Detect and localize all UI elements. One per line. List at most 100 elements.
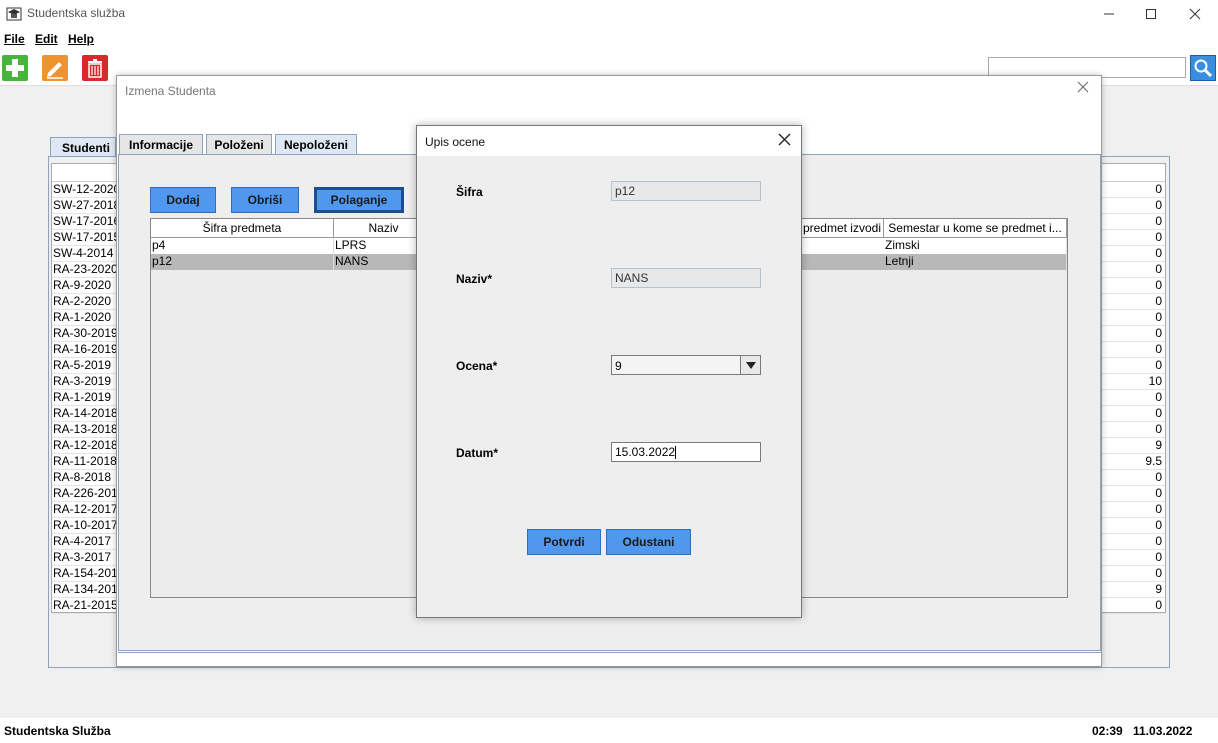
- table-row[interactable]: RA-1-2019: [52, 390, 118, 406]
- table-row[interactable]: SW-27-2018: [52, 198, 118, 214]
- grade-label: Ocena*: [456, 359, 498, 373]
- table-row[interactable]: 9: [1101, 582, 1165, 598]
- minimize-button[interactable]: [1086, 0, 1132, 28]
- table-row[interactable]: RA-23-2020: [52, 262, 118, 278]
- add-button[interactable]: [2, 55, 28, 81]
- table-row[interactable]: 10: [1101, 374, 1165, 390]
- table-row[interactable]: SW-12-2020: [52, 182, 118, 198]
- table-row[interactable]: 0: [1101, 518, 1165, 534]
- table-row[interactable]: 0: [1101, 342, 1165, 358]
- menu-file[interactable]: File: [4, 32, 25, 46]
- close-icon: [1077, 81, 1089, 93]
- table-row[interactable]: 0: [1101, 198, 1165, 214]
- tab-nepolozeni[interactable]: Nepoloženi: [275, 134, 357, 156]
- text-caret: [675, 446, 676, 459]
- table-row[interactable]: RA-30-2019: [52, 326, 118, 342]
- table-row[interactable]: RA-8-2018: [52, 470, 118, 486]
- table-row[interactable]: 9.5: [1101, 454, 1165, 470]
- table-row[interactable]: 0: [1101, 246, 1165, 262]
- table-row[interactable]: 0: [1101, 486, 1165, 502]
- cancel-button[interactable]: Odustani: [606, 529, 691, 555]
- date-input[interactable]: 15.03.2022: [611, 442, 761, 462]
- close-dialog-button[interactable]: [778, 131, 791, 151]
- dialog-title: Izmena Studenta: [125, 84, 216, 98]
- table-header: [52, 164, 118, 182]
- header-course-code[interactable]: Šifra predmeta: [151, 219, 334, 238]
- table-row[interactable]: 0: [1101, 294, 1165, 310]
- app-titlebar: Studentska služba: [0, 0, 1218, 28]
- table-row[interactable]: RA-12-2017: [52, 502, 118, 518]
- table-row[interactable]: 0: [1101, 470, 1165, 486]
- table-row[interactable]: RA-226-201: [52, 486, 118, 502]
- table-row[interactable]: RA-3-2019: [52, 374, 118, 390]
- tab-informacije[interactable]: Informacije: [119, 134, 203, 154]
- table-row[interactable]: SW-4-2014: [52, 246, 118, 262]
- table-row[interactable]: 0: [1101, 390, 1165, 406]
- close-icon: [1189, 8, 1201, 20]
- table-row[interactable]: 0: [1101, 230, 1165, 246]
- maximize-button[interactable]: [1128, 0, 1174, 28]
- table-row[interactable]: RA-14-2018: [52, 406, 118, 422]
- grade-selected-value: 9: [615, 359, 622, 373]
- table-row[interactable]: SW-17-2016: [52, 214, 118, 230]
- table-row[interactable]: 0: [1101, 278, 1165, 294]
- window-title: Studentska služba: [27, 6, 126, 20]
- add-course-button[interactable]: Dodaj: [150, 187, 216, 213]
- table-row[interactable]: 0: [1101, 358, 1165, 374]
- tab-studenti[interactable]: Studenti: [50, 137, 116, 157]
- table-row[interactable]: 0: [1101, 422, 1165, 438]
- table-row[interactable]: RA-9-2020: [52, 278, 118, 294]
- tab-polozeni[interactable]: Položeni: [206, 134, 272, 154]
- date-label: Datum*: [456, 446, 499, 460]
- grade-select[interactable]: 9: [611, 355, 761, 375]
- table-row[interactable]: RA-2-2020: [52, 294, 118, 310]
- edit-button[interactable]: [42, 55, 68, 81]
- table-row[interactable]: RA-134-201: [52, 582, 118, 598]
- table-row[interactable]: RA-5-2019: [52, 358, 118, 374]
- confirm-button[interactable]: Potvrdi: [527, 529, 601, 555]
- course-code-field: p12: [611, 181, 761, 201]
- table-row[interactable]: RA-11-2018: [52, 454, 118, 470]
- table-row[interactable]: RA-12-2018: [52, 438, 118, 454]
- cell-course-semester: Zimski: [884, 238, 1067, 254]
- status-app-name: Studentska Služba: [4, 724, 111, 738]
- table-row[interactable]: RA-4-2017: [52, 534, 118, 550]
- table-row[interactable]: 0: [1101, 214, 1165, 230]
- minimize-icon: [1104, 13, 1114, 15]
- delete-button[interactable]: [82, 55, 108, 81]
- menu-help[interactable]: Help: [68, 32, 94, 46]
- close-dialog-button[interactable]: [1077, 80, 1089, 98]
- exam-button[interactable]: Polaganje: [314, 187, 404, 213]
- table-row[interactable]: RA-3-2017: [52, 550, 118, 566]
- grade-dialog-titlebar: Upis ocene: [417, 126, 801, 156]
- status-date: 11.03.2022: [1133, 724, 1193, 738]
- table-row[interactable]: SW-17-2015: [52, 230, 118, 246]
- search-button[interactable]: [1190, 55, 1216, 81]
- grade-dropdown-button[interactable]: [740, 356, 760, 374]
- table-row[interactable]: RA-1-2020: [52, 310, 118, 326]
- table-row[interactable]: 0: [1101, 406, 1165, 422]
- delete-course-button[interactable]: Obriši: [231, 187, 299, 213]
- table-row[interactable]: RA-16-2019: [52, 342, 118, 358]
- table-row[interactable]: 0: [1101, 598, 1165, 614]
- table-row[interactable]: 0: [1101, 550, 1165, 566]
- table-row[interactable]: 0: [1101, 326, 1165, 342]
- table-row[interactable]: RA-10-2017: [52, 518, 118, 534]
- table-row[interactable]: 0: [1101, 262, 1165, 278]
- table-row[interactable]: RA-154-201: [52, 566, 118, 582]
- table-row[interactable]: 0: [1101, 534, 1165, 550]
- course-code-label: Šifra: [456, 185, 483, 199]
- table-row[interactable]: 0: [1101, 182, 1165, 198]
- close-window-button[interactable]: [1172, 0, 1218, 28]
- header-course-semester[interactable]: Semestar u kome se predmet i...: [884, 219, 1067, 238]
- table-row[interactable]: RA-13-2018: [52, 422, 118, 438]
- table-row[interactable]: 9: [1101, 438, 1165, 454]
- menu-edit[interactable]: Edit: [35, 32, 58, 46]
- plus-icon: [6, 59, 24, 77]
- table-row[interactable]: 0: [1101, 566, 1165, 582]
- table-row[interactable]: 0: [1101, 502, 1165, 518]
- table-row[interactable]: 0: [1101, 310, 1165, 326]
- close-icon: [778, 133, 791, 146]
- pencil-icon: [47, 62, 63, 79]
- table-row[interactable]: RA-21-2015: [52, 598, 118, 614]
